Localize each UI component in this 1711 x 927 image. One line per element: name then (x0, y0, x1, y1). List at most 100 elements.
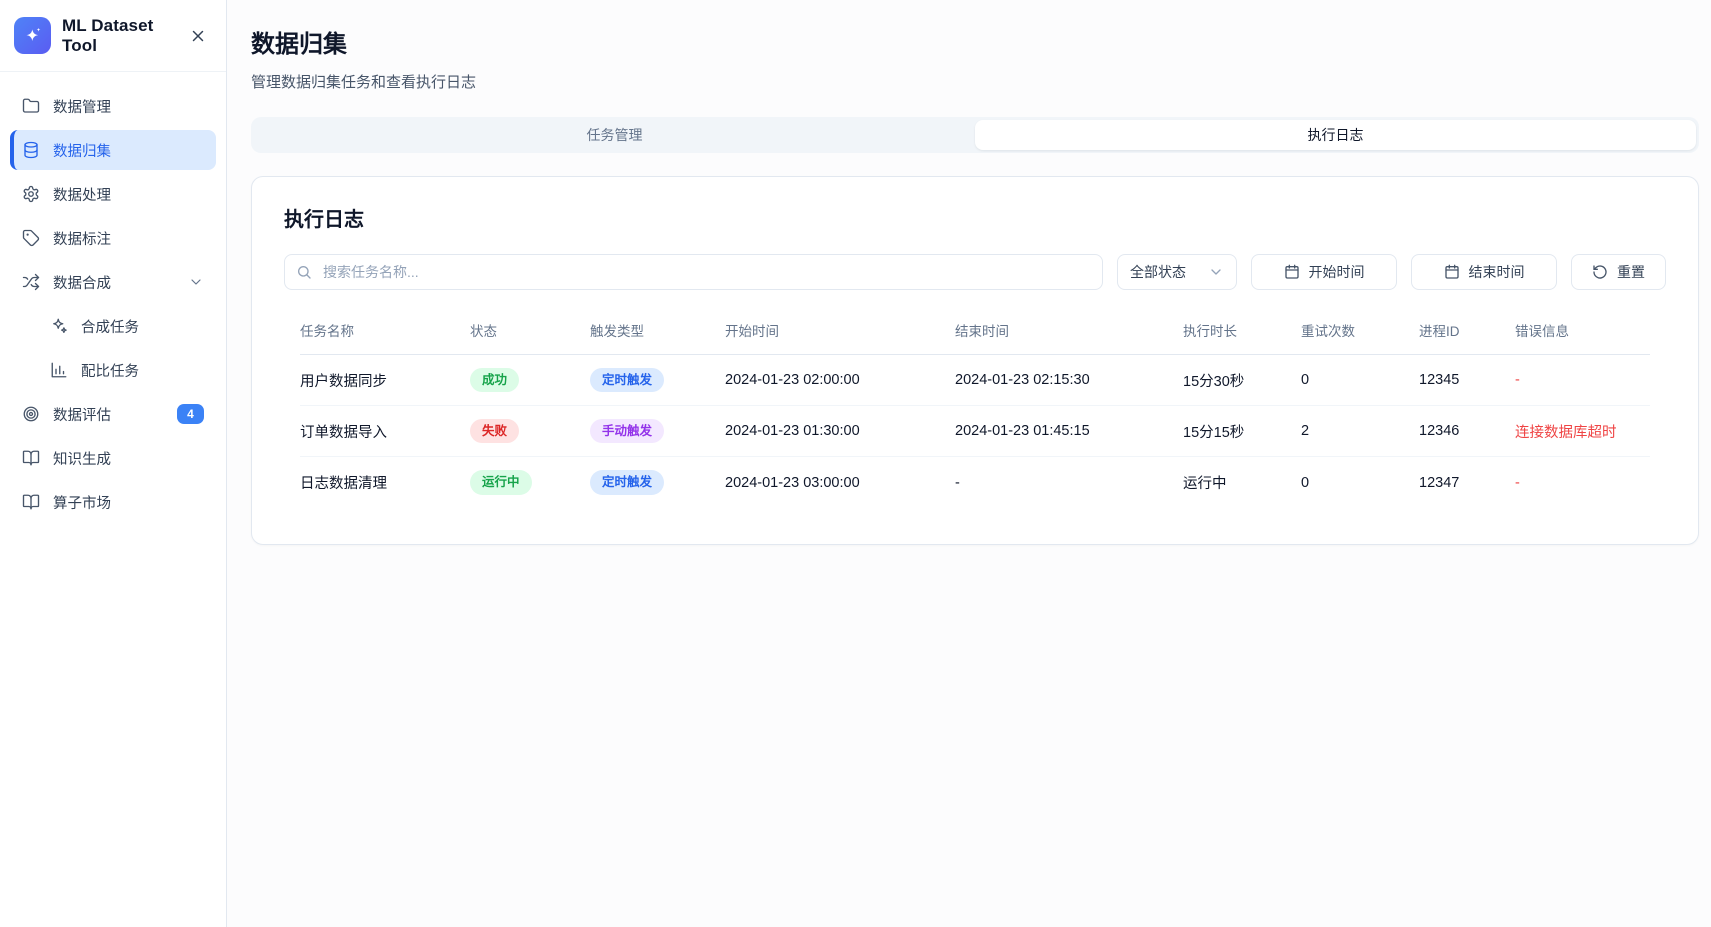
start-time-cell: 2024-01-23 02:00:00 (725, 372, 955, 388)
filter-toolbar: 全部状态 开始时间 结束时间 (284, 254, 1666, 290)
error-message-cell: - (1515, 372, 1650, 388)
sparkle-icon (23, 26, 43, 46)
start-time-cell: 2024-01-23 03:00:00 (725, 475, 955, 491)
sidebar-item-data-collection[interactable]: 数据归集 (10, 130, 216, 170)
reset-button[interactable]: 重置 (1571, 254, 1666, 290)
rotate-ccw-icon (1592, 264, 1608, 280)
column-header: 进程ID (1419, 320, 1515, 340)
status-cell: 运行中 (470, 470, 590, 494)
status-badge: 运行中 (470, 470, 532, 494)
tab-execution-logs[interactable]: 执行日志 (975, 120, 1696, 150)
logs-table: 任务名称 状态 触发类型 开始时间 结束时间 执行时长 重试次数 进程ID 错误… (284, 314, 1666, 508)
shuffle-icon (22, 273, 40, 291)
column-header: 触发类型 (590, 320, 725, 340)
column-header: 错误信息 (1515, 320, 1650, 340)
book-icon (22, 449, 40, 467)
close-icon (189, 27, 207, 45)
start-time-cell: 2024-01-23 01:30:00 (725, 423, 955, 439)
start-time-button[interactable]: 开始时间 (1251, 254, 1397, 290)
database-icon (22, 141, 40, 159)
column-header: 任务名称 (300, 320, 470, 340)
duration-cell: 15分30秒 (1183, 370, 1301, 391)
trigger-badge: 定时触发 (590, 368, 664, 392)
end-time-cell: - (955, 475, 1183, 491)
sidebar-item-label: 数据标注 (53, 228, 111, 249)
sidebar-item-label: 数据处理 (53, 184, 111, 205)
sidebar-item-ratio-task[interactable]: 配比任务 (38, 350, 216, 390)
search-icon (296, 264, 312, 280)
retry-count-cell: 0 (1301, 475, 1419, 491)
task-name-cell: 日志数据清理 (300, 472, 470, 493)
search-input[interactable] (284, 254, 1103, 290)
task-name-cell: 订单数据导入 (300, 421, 470, 442)
close-sidebar-button[interactable] (184, 22, 212, 50)
page-subtitle: 管理数据归集任务和查看执行日志 (251, 71, 1699, 92)
table-header-row: 任务名称 状态 触发类型 开始时间 结束时间 执行时长 重试次数 进程ID 错误… (300, 314, 1650, 355)
status-badge: 失败 (470, 419, 519, 443)
panel-title: 执行日志 (284, 203, 1666, 232)
sidebar-item-label: 配比任务 (81, 360, 139, 381)
sidebar-item-label: 算子市场 (53, 492, 111, 513)
book-icon (22, 493, 40, 511)
trigger-badge: 手动触发 (590, 419, 664, 443)
trigger-cell: 手动触发 (590, 419, 725, 443)
sidebar-nav: 数据管理 数据归集 数据处理 数据标注 数据合成 合成任务 配比任务 数据评估 … (0, 72, 226, 540)
tag-icon (22, 229, 40, 247)
duration-cell: 运行中 (1183, 472, 1301, 493)
task-name-cell: 用户数据同步 (300, 370, 470, 391)
tab-task-management[interactable]: 任务管理 (254, 120, 975, 150)
page-title: 数据归集 (251, 24, 1699, 59)
count-badge: 4 (177, 404, 204, 424)
tab-bar: 任务管理 执行日志 (251, 117, 1699, 153)
sidebar-item-data-management[interactable]: 数据管理 (10, 86, 216, 126)
sidebar-item-data-synthesis[interactable]: 数据合成 (10, 262, 216, 302)
retry-count-cell: 2 (1301, 423, 1419, 439)
table-body: 用户数据同步 成功 定时触发 2024-01-23 02:00:00 2024-… (300, 355, 1650, 508)
gear-icon (22, 185, 40, 203)
calendar-icon (1444, 264, 1460, 280)
process-id-cell: 12347 (1419, 475, 1515, 491)
process-id-cell: 12346 (1419, 423, 1515, 439)
sidebar-item-data-processing[interactable]: 数据处理 (10, 174, 216, 214)
bar-chart-icon (50, 361, 68, 379)
end-time-cell: 2024-01-23 02:15:30 (955, 372, 1183, 388)
sparkles-icon (50, 317, 68, 335)
chevron-down-icon[interactable] (188, 274, 204, 290)
sidebar: ML Dataset Tool 数据管理 数据归集 数据处理 数据标注 数据合成… (0, 0, 227, 927)
app-logo (14, 17, 51, 54)
table-row[interactable]: 用户数据同步 成功 定时触发 2024-01-23 02:00:00 2024-… (300, 355, 1650, 406)
process-id-cell: 12345 (1419, 372, 1515, 388)
end-time-button[interactable]: 结束时间 (1411, 254, 1557, 290)
column-header: 状态 (470, 320, 590, 340)
error-message-cell: 连接数据库超时 (1515, 421, 1650, 442)
sidebar-item-data-annotation[interactable]: 数据标注 (10, 218, 216, 258)
sidebar-item-synthesis-task[interactable]: 合成任务 (38, 306, 216, 346)
end-time-cell: 2024-01-23 01:45:15 (955, 423, 1183, 439)
sidebar-item-label: 知识生成 (53, 448, 111, 469)
execution-logs-panel: 执行日志 全部状态 开始时间 (251, 176, 1699, 545)
end-time-label: 结束时间 (1469, 262, 1525, 282)
target-icon (22, 405, 40, 423)
sidebar-item-data-evaluation[interactable]: 数据评估 4 (10, 394, 216, 434)
sidebar-item-knowledge-generation[interactable]: 知识生成 (10, 438, 216, 478)
column-header: 重试次数 (1301, 320, 1419, 340)
table-row[interactable]: 订单数据导入 失败 手动触发 2024-01-23 01:30:00 2024-… (300, 406, 1650, 457)
status-filter-select[interactable]: 全部状态 (1117, 254, 1237, 290)
sidebar-item-label: 数据评估 (53, 404, 111, 425)
column-header: 执行时长 (1183, 320, 1301, 340)
column-header: 结束时间 (955, 320, 1183, 340)
start-time-label: 开始时间 (1309, 262, 1365, 282)
reset-label: 重置 (1617, 262, 1645, 282)
sidebar-item-operator-market[interactable]: 算子市场 (10, 482, 216, 522)
retry-count-cell: 0 (1301, 372, 1419, 388)
status-cell: 成功 (470, 368, 590, 392)
chevron-down-icon (1208, 264, 1224, 280)
table-row[interactable]: 日志数据清理 运行中 定时触发 2024-01-23 03:00:00 - 运行… (300, 457, 1650, 508)
search-box (284, 254, 1103, 290)
sidebar-item-label: 数据管理 (53, 96, 111, 117)
error-message-cell: - (1515, 475, 1650, 491)
column-header: 开始时间 (725, 320, 955, 340)
trigger-badge: 定时触发 (590, 470, 664, 494)
calendar-icon (1284, 264, 1300, 280)
status-cell: 失败 (470, 419, 590, 443)
